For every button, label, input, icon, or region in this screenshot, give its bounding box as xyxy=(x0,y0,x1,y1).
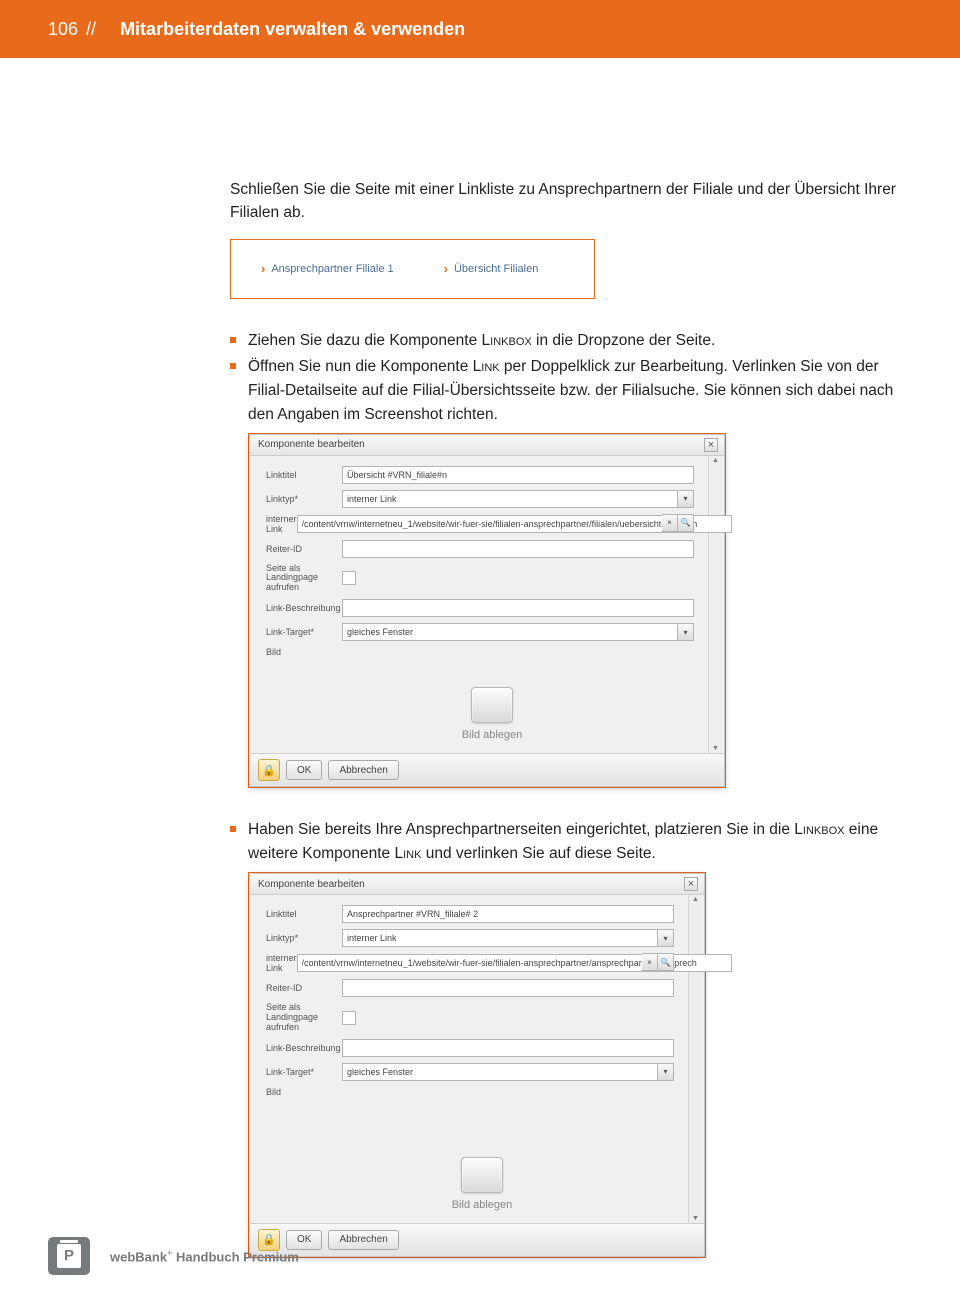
select-linktyp[interactable]: interner Link xyxy=(342,490,694,508)
dialog-1-title: Komponente bearbeiten xyxy=(258,439,365,450)
lock-icon[interactable]: 🔒 xyxy=(258,759,280,781)
dialog-1: Komponente bearbeiten × Linktitel Übersi… xyxy=(249,434,725,788)
dialog-1-body: Linktitel Übersicht #VRN_filiale#n Linkt… xyxy=(250,456,724,754)
label-target: Link-Target* xyxy=(266,627,342,637)
dialog-1-titlebar: Komponente bearbeiten × xyxy=(250,435,724,456)
page-number: 106 xyxy=(48,19,78,40)
dialog-2-frame: Komponente bearbeiten × Linktitel Anspre… xyxy=(248,872,706,1258)
chevron-down-icon[interactable] xyxy=(677,491,693,507)
close-icon[interactable]: × xyxy=(684,877,698,891)
clear-icon[interactable]: × xyxy=(662,514,678,532)
dialog-1-frame: Komponente bearbeiten × Linktitel Übersi… xyxy=(248,433,726,789)
footer-text: webBank+ Handbuch Premium xyxy=(110,1248,299,1264)
bullet-block-1: Ziehen Sie dazu die Komponente Linkbox i… xyxy=(230,329,912,427)
header-separator: // xyxy=(86,19,96,40)
input-reiter-id[interactable] xyxy=(342,979,674,997)
bullet-2: Öffnen Sie nun die Komponente Link per D… xyxy=(230,355,912,427)
image-drop-label: Bild ablegen xyxy=(462,729,523,741)
dialog-2: Komponente bearbeiten × Linktitel Anspre… xyxy=(249,873,705,1257)
scrollbar[interactable] xyxy=(688,895,702,1223)
select-linktyp[interactable]: interner Link xyxy=(342,929,674,947)
chevron-down-icon[interactable] xyxy=(657,1064,673,1080)
cancel-button[interactable]: Abbrechen xyxy=(328,760,398,780)
dialog-1-footer: 🔒 OK Abbrechen xyxy=(250,753,724,786)
image-dropzone[interactable]: Bild ablegen xyxy=(266,687,718,741)
input-beschreibung[interactable] xyxy=(342,599,694,617)
label-landingpage: Seite als Landingpage aufrufen xyxy=(266,564,342,594)
clear-icon[interactable]: × xyxy=(642,953,658,971)
page-content: Schließen Sie die Seite mit einer Linkli… xyxy=(0,58,960,1258)
chevron-down-icon[interactable] xyxy=(657,930,673,946)
cancel-button[interactable]: Abbrechen xyxy=(328,1230,398,1250)
ok-button[interactable]: OK xyxy=(286,760,322,780)
checkbox-landingpage[interactable] xyxy=(342,1011,356,1025)
bullet-block-2: Haben Sie bereits Ihre Ansprechpartnerse… xyxy=(230,818,912,866)
search-icon[interactable]: 🔍 xyxy=(678,514,694,532)
input-linktitel[interactable]: Übersicht #VRN_filiale#n xyxy=(342,466,694,484)
label-linktitel: Linktitel xyxy=(266,470,342,480)
page-header: 106 // Mitarbeiterdaten verwalten & verw… xyxy=(0,0,960,58)
bullet-3: Haben Sie bereits Ihre Ansprechpartnerse… xyxy=(230,818,912,866)
select-target[interactable]: gleiches Fenster xyxy=(342,1063,674,1081)
label-linktyp: Linktyp* xyxy=(266,933,342,943)
label-reiter-id: Reiter-ID xyxy=(266,544,342,554)
label-bild: Bild xyxy=(266,1087,342,1097)
close-icon[interactable]: × xyxy=(704,438,718,452)
label-linktyp: Linktyp* xyxy=(266,494,342,504)
linklist-item-1[interactable]: Ansprechpartner Filiale 1 xyxy=(261,261,394,276)
page-footer: P webBank+ Handbuch Premium xyxy=(48,1237,299,1275)
label-bild: Bild xyxy=(266,647,342,657)
dialog-2-title: Komponente bearbeiten xyxy=(258,879,365,890)
image-placeholder-icon xyxy=(461,1157,503,1193)
dialog-2-body: Linktitel Ansprechpartner #VRN_filiale# … xyxy=(250,895,704,1223)
label-linktitel: Linktitel xyxy=(266,909,342,919)
dialog-2-titlebar: Komponente bearbeiten × xyxy=(250,874,704,895)
label-reiter-id: Reiter-ID xyxy=(266,983,342,993)
input-linktitel[interactable]: Ansprechpartner #VRN_filiale# 2 xyxy=(342,905,674,923)
label-interner-link: interner Link xyxy=(266,514,297,534)
premium-badge-icon: P xyxy=(48,1237,90,1275)
dialog-2-footer: 🔒 OK Abbrechen xyxy=(250,1223,704,1256)
label-landingpage: Seite als Landingpage aufrufen xyxy=(266,1003,342,1033)
chevron-down-icon[interactable] xyxy=(677,624,693,640)
bullet-1: Ziehen Sie dazu die Komponente Linkbox i… xyxy=(230,329,912,353)
label-beschreibung: Link-Beschreibung xyxy=(266,1043,342,1053)
intro-paragraph: Schließen Sie die Seite mit einer Linkli… xyxy=(230,178,912,225)
label-beschreibung: Link-Beschreibung xyxy=(266,603,342,613)
input-beschreibung[interactable] xyxy=(342,1039,674,1057)
image-drop-label: Bild ablegen xyxy=(452,1199,513,1211)
header-title: Mitarbeiterdaten verwalten & verwenden xyxy=(120,19,465,40)
select-target[interactable]: gleiches Fenster xyxy=(342,623,694,641)
input-reiter-id[interactable] xyxy=(342,540,694,558)
image-dropzone[interactable]: Bild ablegen xyxy=(266,1157,698,1211)
label-interner-link: interner Link xyxy=(266,953,297,973)
image-placeholder-icon xyxy=(471,687,513,723)
linklist-item-2[interactable]: Übersicht Filialen xyxy=(444,261,539,276)
linklist-preview: Ansprechpartner Filiale 1 Übersicht Fili… xyxy=(230,239,595,299)
checkbox-landingpage[interactable] xyxy=(342,571,356,585)
scrollbar[interactable] xyxy=(708,456,722,754)
label-target: Link-Target* xyxy=(266,1067,342,1077)
search-icon[interactable]: 🔍 xyxy=(658,953,674,971)
